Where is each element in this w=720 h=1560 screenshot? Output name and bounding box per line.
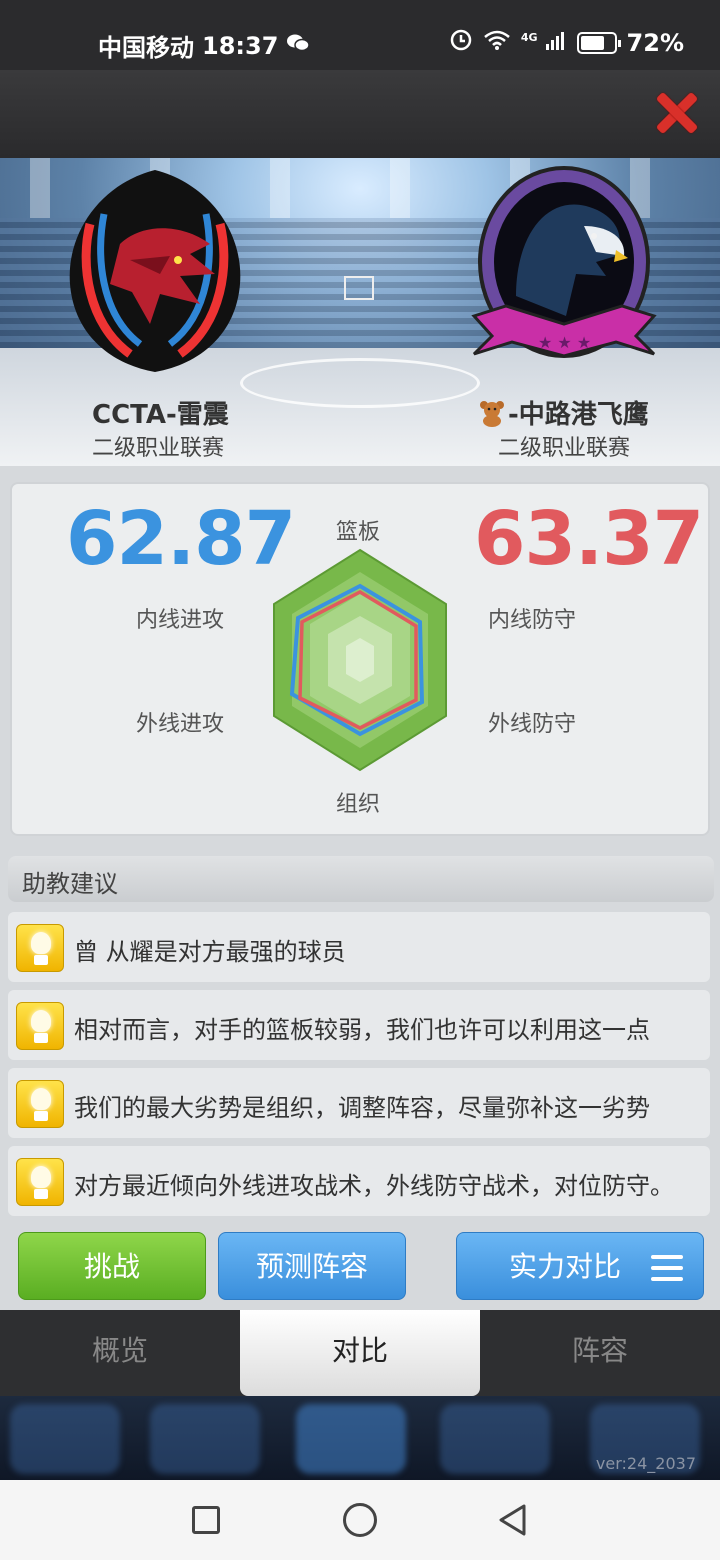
radar-label-inside-offense: 内线进攻 (136, 608, 225, 633)
tab-compare[interactable]: 对比 (240, 1310, 480, 1396)
close-x-icon[interactable] (654, 90, 698, 134)
away-team-league: 二级职业联赛 (498, 436, 631, 461)
clock: 18:37 (202, 31, 279, 60)
carrier-label: 中国移动 (98, 34, 194, 62)
status-right: 4G 72% (449, 28, 684, 57)
tab-bar: 概览 对比 阵容 (0, 1310, 720, 1396)
lightbulb-icon (16, 924, 64, 972)
advice-text: 对方最近倾向外线进攻战术，外线防守战术，对位防守。 (74, 1172, 674, 1200)
predict-lineup-button[interactable]: 预测阵容 (218, 1232, 406, 1300)
wechat-icon (286, 33, 311, 58)
status-left: 中国移动 18:37 (98, 28, 311, 63)
advice-text: 相对而言，对手的篮板较弱，我们也许可以利用这一点 (74, 1016, 650, 1044)
purple-eagle-logo[interactable]: ★ ★ ★ (466, 166, 662, 380)
network-type: 4G (520, 31, 538, 44)
radar-chart (270, 548, 450, 774)
radar-label-outside-defense: 外线防守 (488, 712, 577, 737)
battery-percent: 72% (626, 28, 684, 57)
radar-label-inside-defense: 内线防守 (488, 608, 577, 633)
advice-item: 我们的最大劣势是组织，调整阵容，尽量弥补这一劣势 (8, 1068, 710, 1138)
lightbulb-icon (16, 1080, 64, 1128)
basket-hoop (344, 276, 374, 300)
advice-text: 曾 从耀是对方最强的球员 (74, 938, 346, 966)
svg-text:★ ★ ★: ★ ★ ★ (538, 333, 591, 352)
lightbulb-icon (16, 1002, 64, 1050)
tab-overview[interactable]: 概览 (0, 1310, 240, 1396)
away-team-name-row: -中路港飞鹰 (478, 394, 649, 431)
game-nav-icon (150, 1404, 260, 1474)
alarm-icon (449, 28, 473, 57)
advice-header-title: 助教建议 (22, 870, 118, 898)
wifi-icon (483, 29, 511, 56)
game-nav-icon (10, 1404, 120, 1474)
home-team-name: CCTA-雷震 (92, 400, 229, 430)
recent-apps-icon[interactable] (192, 1506, 220, 1534)
version-label: ver:24_2037 (595, 1454, 696, 1473)
battery-icon (576, 31, 621, 54)
strength-compare-button[interactable]: 实力对比 (456, 1232, 704, 1300)
radar-label-playmaking: 组织 (336, 792, 381, 817)
radar-label-outside-offense: 外线进攻 (136, 712, 225, 737)
advice-item: 对方最近倾向外线进攻战术，外线防守战术，对位防守。 (8, 1146, 710, 1216)
advice-item: 相对而言，对手的篮板较弱，我们也许可以利用这一点 (8, 990, 710, 1060)
home-icon[interactable] (343, 1503, 377, 1537)
title-strip (0, 70, 720, 158)
strength-compare-label: 实力对比 (509, 1250, 622, 1283)
cellular-signal-icon: 4G (521, 29, 567, 56)
game-nav-icon (296, 1404, 406, 1474)
advice-header: 助教建议 (8, 856, 714, 902)
radar-ring-inner (346, 638, 374, 682)
lightbulb-icon (16, 1158, 64, 1206)
home-score: 62.87 (66, 496, 296, 582)
menu-icon[interactable] (651, 1255, 683, 1281)
advice-item: 曾 从耀是对方最强的球员 (8, 912, 710, 982)
advice-text: 我们的最大劣势是组织，调整阵容，尽量弥补这一劣势 (74, 1094, 650, 1122)
game-nav-icon (440, 1404, 550, 1474)
challenge-button[interactable]: 挑战 (18, 1232, 206, 1300)
home-team-league: 二级职业联赛 (92, 436, 225, 461)
radar-label-rebound: 篮板 (336, 520, 381, 545)
away-score: 63.37 (474, 496, 704, 582)
teddy-bear-icon (478, 399, 506, 427)
red-dragon-logo[interactable] (60, 164, 250, 376)
away-team-name: -中路港飞鹰 (508, 400, 649, 430)
tab-lineup[interactable]: 阵容 (480, 1310, 720, 1396)
back-icon[interactable] (496, 1503, 530, 1537)
